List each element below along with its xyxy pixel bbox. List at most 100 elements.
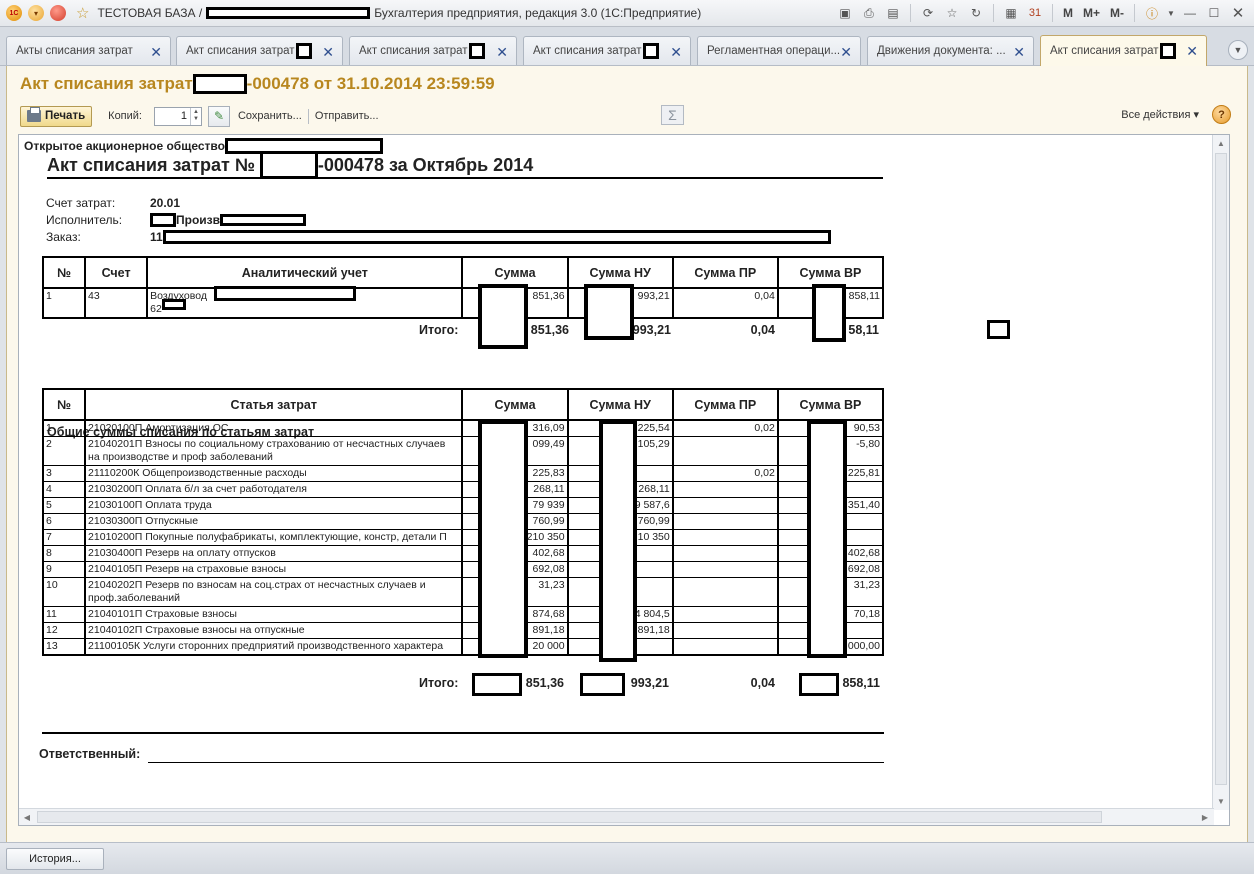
account-label: Счет затрат: <box>46 196 116 210</box>
table-row[interactable]: 13 21100105К Услуги сторонних предприятий… <box>41 638 885 656</box>
memory-plus-button[interactable]: M+ <box>1080 3 1103 23</box>
scroll-left-icon[interactable]: ◀ <box>19 809 35 825</box>
reload-icon[interactable]: ⟳ <box>918 3 938 23</box>
memory-minus-button[interactable]: M- <box>1107 3 1127 23</box>
page-title: Акт списания затрат -000478 от 31.10.201… <box>20 74 495 94</box>
tab-label: Регламентная операци... <box>707 45 841 57</box>
scroll-right-icon[interactable]: ▶ <box>1197 809 1213 825</box>
tab-label: Акт списания затрат <box>1050 45 1159 57</box>
table-row[interactable]: 3 21110200К Общепроизводственные расходы 2… <box>41 465 885 482</box>
memory-m-button[interactable]: M <box>1060 3 1076 23</box>
preview-icon[interactable]: ▤ <box>883 3 903 23</box>
separator <box>307 108 309 124</box>
tab-acts-list[interactable]: Акты списания затрат ✕ <box>6 36 171 65</box>
doc-head-suffix: -000478 за Октябрь 2014 <box>317 154 534 175</box>
table-row[interactable]: 12 21040102П Страховые взносы на отпускны… <box>41 622 885 639</box>
tab-regl-operation[interactable]: Регламентная операци... ✕ <box>697 36 861 65</box>
dropdown-arrow-icon[interactable]: ▼ <box>1166 3 1176 23</box>
tabs-menu-icon[interactable]: ▼ <box>1228 40 1248 60</box>
send-button[interactable]: Отправить... <box>315 110 379 122</box>
scroll-up-icon[interactable]: ▲ <box>1213 135 1229 152</box>
tab-label: Акт списания затрат <box>359 45 468 57</box>
col-header: Сумма НУ <box>566 388 674 421</box>
horizontal-scrollbar[interactable]: ◀ ▶ <box>19 808 1214 825</box>
redacted-block <box>807 420 847 658</box>
add-favorite-icon[interactable]: ☆ <box>942 3 962 23</box>
table-row[interactable]: 8 21030400П Резерв на оплату отпусков 402,… <box>41 545 885 562</box>
tab-act-3[interactable]: Акт списания затрат ✕ <box>523 36 691 65</box>
close-tab-icon[interactable]: ✕ <box>1013 44 1025 61</box>
sum-sigma-icon[interactable]: Σ <box>661 105 684 125</box>
table-row[interactable]: 7 21010200П Покупные полуфабрикаты, компл… <box>41 529 885 546</box>
document-form: Акт списания затрат -000478 от 31.10.201… <box>6 66 1248 842</box>
all-actions-label: Все действия <box>1121 109 1191 121</box>
tab-act-1[interactable]: Акт списания затрат ✕ <box>176 36 343 65</box>
redacted-block <box>987 320 1010 339</box>
cell-n: 1 <box>41 420 87 437</box>
total-sum: 851,36 <box>530 323 569 337</box>
table-row[interactable]: 5 21030100П Оплата труда 79 939 9 587,6 351,… <box>41 497 885 514</box>
calendar-icon[interactable]: 31 <box>1025 3 1045 23</box>
help-icon[interactable]: ? <box>1212 105 1231 124</box>
close-tab-icon[interactable]: ✕ <box>1186 43 1198 60</box>
history-button[interactable]: История... <box>6 848 104 870</box>
close-tab-icon[interactable]: ✕ <box>840 44 852 61</box>
col-header: Сумма ПР <box>671 388 779 421</box>
all-actions-menu[interactable]: Все действия ▾ <box>1121 108 1199 121</box>
spreadsheet-document[interactable]: Открытое акционерное общество Акт списан… <box>18 134 1230 826</box>
scroll-down-icon[interactable]: ▼ <box>1213 793 1229 810</box>
table-row[interactable]: 2 21040201П Взносы по социальному страхов… <box>41 436 885 466</box>
tab-act-active[interactable]: Акт списания затрат ✕ <box>1040 35 1207 66</box>
tab-label: Акт списания затрат <box>186 45 295 57</box>
spin-down-icon[interactable]: ▼ <box>193 116 199 123</box>
close-tab-icon[interactable]: ✕ <box>322 44 334 61</box>
1c-logo-icon[interactable]: 1С <box>6 5 22 21</box>
main-menu-icon[interactable]: ▾ <box>28 5 44 21</box>
redacted-block <box>478 420 528 658</box>
copies-stepper[interactable]: ▲ ▼ <box>189 107 201 125</box>
col-header: Сумма <box>461 388 569 421</box>
save-icon[interactable]: ▣ <box>835 3 855 23</box>
print-button[interactable]: Печать <box>20 105 93 127</box>
cell-item: 21030300П Отпускные <box>84 513 464 530</box>
total-label: Итого: <box>419 676 459 690</box>
scroll-thumb[interactable] <box>1215 153 1227 785</box>
spin-up-icon[interactable]: ▲ <box>193 109 199 116</box>
window-titlebar: 1С ▾ ☆ ТЕСТОВАЯ БАЗА / Бухгалтерия предп… <box>0 0 1254 27</box>
tab-act-2[interactable]: Акт списания затрат ✕ <box>349 36 517 65</box>
copies-input[interactable]: 1 ▲ ▼ <box>153 106 202 126</box>
print-icon[interactable]: ⎙ <box>859 3 879 23</box>
info-icon[interactable]: ⓘ <box>1142 3 1162 23</box>
edit-mode-icon[interactable]: ✎ <box>207 105 230 127</box>
stop-icon[interactable] <box>50 5 66 21</box>
table-row[interactable]: 11 21040101П Страховые взносы 874,68 4 804,… <box>41 606 885 623</box>
table-row[interactable]: 10 21040202П Резерв по взносам на соц.стр… <box>41 577 885 607</box>
table-row[interactable]: 6 21030300П Отпускные 760,99 760,99 <box>41 513 885 530</box>
favorites-star-icon[interactable]: ☆ <box>76 4 89 22</box>
tab-label: Акт списания затрат <box>533 45 642 57</box>
cell-n: 6 <box>41 513 87 530</box>
minimize-icon[interactable]: — <box>1180 3 1200 23</box>
cell-item: 21100105К Услуги сторонних предприятий п… <box>84 638 464 656</box>
tab-doc-movements[interactable]: Движения документа: ... ✕ <box>867 36 1034 65</box>
vertical-scrollbar[interactable]: ▲ ▼ <box>1212 135 1229 810</box>
close-icon[interactable]: ✕ <box>1228 3 1248 23</box>
close-tab-icon[interactable]: ✕ <box>670 44 682 61</box>
scroll-thumb[interactable] <box>37 811 1102 823</box>
cell-pr <box>671 513 779 530</box>
table-row[interactable]: 4 21030200П Оплата б/л за счет работодате… <box>41 481 885 498</box>
calculator-icon[interactable]: ▦ <box>1001 3 1021 23</box>
executor-value: Произв <box>150 213 307 227</box>
maximize-icon[interactable]: ☐ <box>1204 3 1224 23</box>
redacted-block <box>259 151 318 179</box>
close-tab-icon[interactable]: ✕ <box>150 44 162 61</box>
cell-pr: 0,02 <box>671 420 779 437</box>
history-icon[interactable]: ↻ <box>966 3 986 23</box>
close-tab-icon[interactable]: ✕ <box>496 44 508 61</box>
table-row[interactable]: 9 21040105П Резерв на страховые взносы 692… <box>41 561 885 578</box>
cell-n: 3 <box>41 465 87 482</box>
table-row[interactable]: 1 21020100П Амортизация ОС 316,09 225,54 0,0… <box>41 420 885 437</box>
save-button[interactable]: Сохранить... <box>238 110 302 122</box>
cost-items-table: № Статья затрат Сумма Сумма НУ Сумма ПР … <box>41 388 885 656</box>
tab-label: Движения документа: ... <box>877 45 1006 57</box>
